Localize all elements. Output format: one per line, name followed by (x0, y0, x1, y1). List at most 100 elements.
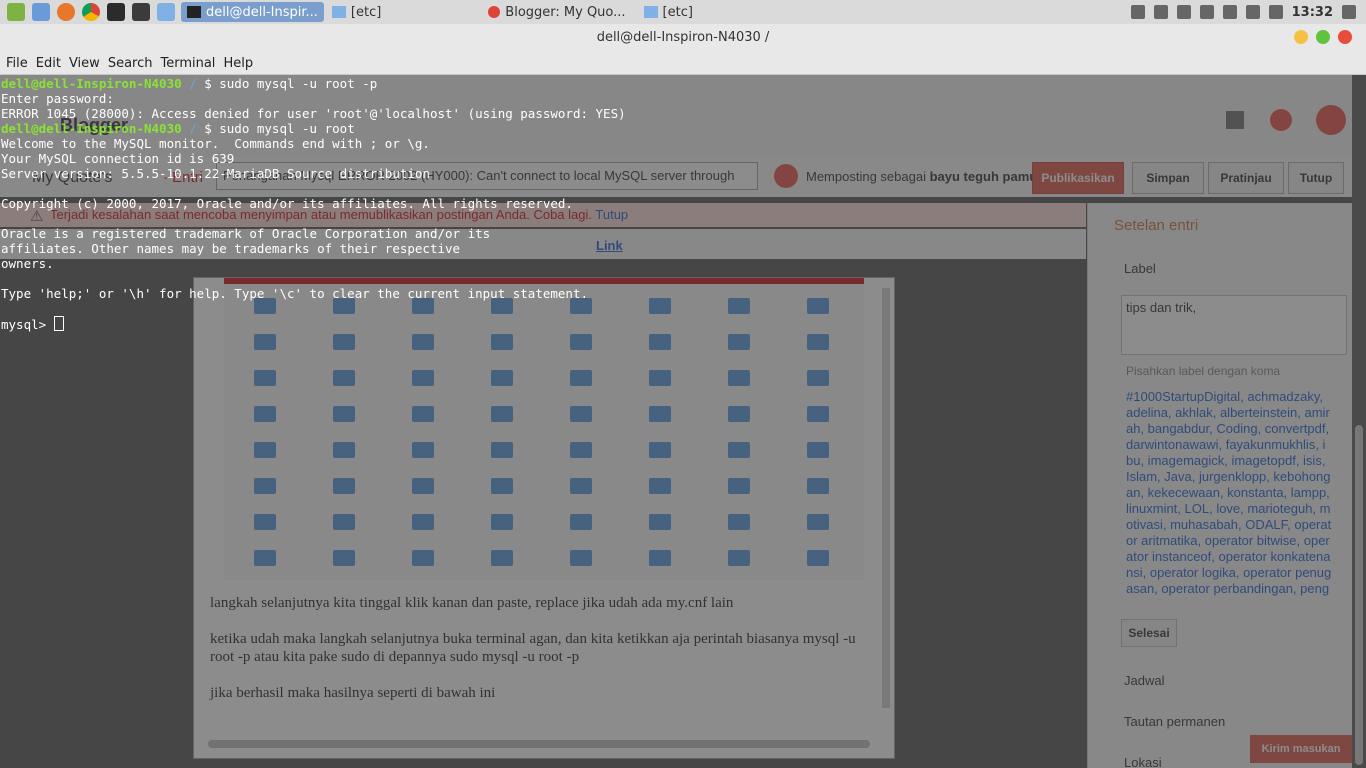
prompt-user-host: dell@dell-Inspiron-N4030 (1, 76, 182, 91)
folder-icon (333, 442, 355, 458)
prompt-path: / (181, 121, 205, 136)
folder-icon (649, 442, 671, 458)
folder-icon (807, 550, 829, 566)
clipboard-icon[interactable] (1153, 5, 1168, 19)
notifications-icon (1270, 109, 1292, 131)
task-folder-etc-2[interactable]: [etc] (638, 2, 699, 22)
publish-button: Publikasikan (1032, 162, 1124, 194)
minimize-button[interactable] (1294, 30, 1308, 44)
folder-icon (333, 478, 355, 494)
output-text: Server version: 5.5.5-10.1.22-MariaDB So… (1, 166, 430, 181)
terminal-scrollbar-thumb[interactable] (1355, 425, 1363, 765)
editor-vscrollbar (882, 288, 890, 708)
power-icon[interactable] (1342, 5, 1356, 19)
folder-icon (570, 406, 592, 422)
folder-icon (728, 514, 750, 530)
folder-icon (331, 6, 346, 18)
menu-bar: File Edit View Search Terminal Help (0, 52, 1366, 75)
menu-help[interactable]: Help (223, 56, 253, 71)
terminal-output-line: Your MySQL connection id is 639 (1, 151, 234, 166)
firefox-icon[interactable] (57, 3, 75, 21)
account-avatar (1316, 105, 1346, 135)
maximize-button[interactable] (1316, 30, 1330, 44)
post-paragraph: langkah selanjutnya kita tinggal klik ka… (210, 595, 734, 611)
window-titlebar[interactable]: dell@dell-Inspiron-N4030 / (0, 24, 1366, 52)
output-text: Welcome to the MySQL monitor. Commands e… (1, 136, 430, 151)
folder-icon (333, 514, 355, 530)
terminal-scrollbar[interactable] (1352, 75, 1366, 768)
output-text: affiliates. Other names may be trademark… (1, 241, 461, 256)
location-item: Lokasi (1124, 755, 1162, 768)
files-icon[interactable] (32, 3, 50, 21)
folder-icon (570, 334, 592, 350)
bluetooth-icon[interactable] (1268, 5, 1283, 19)
folder-icon (491, 406, 513, 422)
terminal-view[interactable]: Blogger My Quote's · Entri Penanganan My… (0, 75, 1366, 768)
terminal-icon[interactable] (107, 3, 125, 21)
wifi-icon[interactable] (1176, 5, 1191, 19)
folder-icon (412, 478, 434, 494)
text-cursor (53, 316, 64, 331)
prompt-command: $ sudo mysql -u root (204, 121, 355, 136)
menu-edit[interactable]: Edit (36, 56, 61, 71)
terminal-output-line: Welcome to the MySQL monitor. Commands e… (1, 136, 430, 151)
folder-icon (333, 370, 355, 386)
battery-icon[interactable] (1222, 5, 1237, 19)
user-icon[interactable] (1130, 5, 1145, 19)
menu-search[interactable]: Search (108, 56, 153, 71)
folder-icon (333, 406, 355, 422)
folder-icon (807, 406, 829, 422)
editor-icon[interactable] (132, 3, 150, 21)
folder-icon (807, 370, 829, 386)
folder-icon (728, 442, 750, 458)
posting-as-prefix: Memposting sebagai (806, 169, 930, 184)
top-panel: dell@dell-Inspir... [etc] Blogger: My Qu… (0, 0, 1366, 25)
prompt-path: / (181, 76, 205, 91)
folder-icon (649, 550, 671, 566)
terminal-output-line: Copyright (c) 2000, 2017, Oracle and/or … (1, 196, 573, 211)
terminal-icon (187, 6, 201, 18)
author-avatar (774, 164, 798, 188)
output-text: owners. (1, 256, 54, 271)
close-button[interactable] (1338, 30, 1352, 44)
done-button: Selesai (1121, 619, 1177, 647)
folder-icon[interactable] (157, 3, 175, 21)
chrome-icon[interactable] (82, 3, 100, 21)
folder-icon (491, 514, 513, 530)
folder-icon (254, 334, 276, 350)
task-blogger[interactable]: Blogger: My Quo... (482, 2, 631, 22)
folder-icon (649, 514, 671, 530)
output-text: Oracle is a registered trademark of Orac… (1, 226, 491, 241)
terminal-output: dell@dell-Inspiron-N4030 / $ sudo mysql … (1, 76, 626, 332)
volume-icon[interactable] (1199, 5, 1214, 19)
task-label: [etc] (350, 4, 382, 20)
folder-icon (570, 442, 592, 458)
folder-icon (254, 478, 276, 494)
terminal-output-line: ERROR 1045 (28000): Access denied for us… (1, 106, 626, 121)
menu-view[interactable]: View (69, 56, 100, 71)
folder-icon (412, 370, 434, 386)
folder-icon (491, 370, 513, 386)
folder-icon (491, 334, 513, 350)
folder-icon (254, 514, 276, 530)
output-text: Type 'help;' or '\h' for help. Type '\c'… (1, 286, 588, 301)
menu-file[interactable]: File (6, 56, 28, 71)
folder-icon (649, 406, 671, 422)
output-text: ERROR 1045 (28000): Access denied for us… (1, 106, 626, 121)
menu-terminal[interactable]: Terminal (160, 56, 215, 71)
post-editor: langkah selanjutnya kita tinggal klik ka… (193, 277, 895, 759)
task-folder-etc[interactable]: [etc] (326, 2, 387, 22)
posting-as: Memposting sebagai bayu teguh pamuji (806, 169, 1044, 184)
shield-icon[interactable] (1245, 5, 1260, 19)
clock[interactable]: 13:32 (1292, 5, 1333, 20)
terminal-input-line[interactable]: mysql> (1, 316, 64, 332)
post-paragraph: ketika udah maka langkah selanjutnya buk… (210, 631, 856, 665)
terminal-output-line: affiliates. Other names may be trademark… (1, 241, 460, 256)
task-terminal[interactable]: dell@dell-Inspir... (181, 2, 324, 22)
menu-icon[interactable] (7, 3, 25, 21)
task-label: Blogger: My Quo... (505, 4, 626, 20)
folder-icon (807, 442, 829, 458)
folder-icon (807, 514, 829, 530)
output-text: Copyright (c) 2000, 2017, Oracle and/or … (1, 196, 573, 211)
output-text: Your MySQL connection id is 639 (1, 151, 235, 166)
